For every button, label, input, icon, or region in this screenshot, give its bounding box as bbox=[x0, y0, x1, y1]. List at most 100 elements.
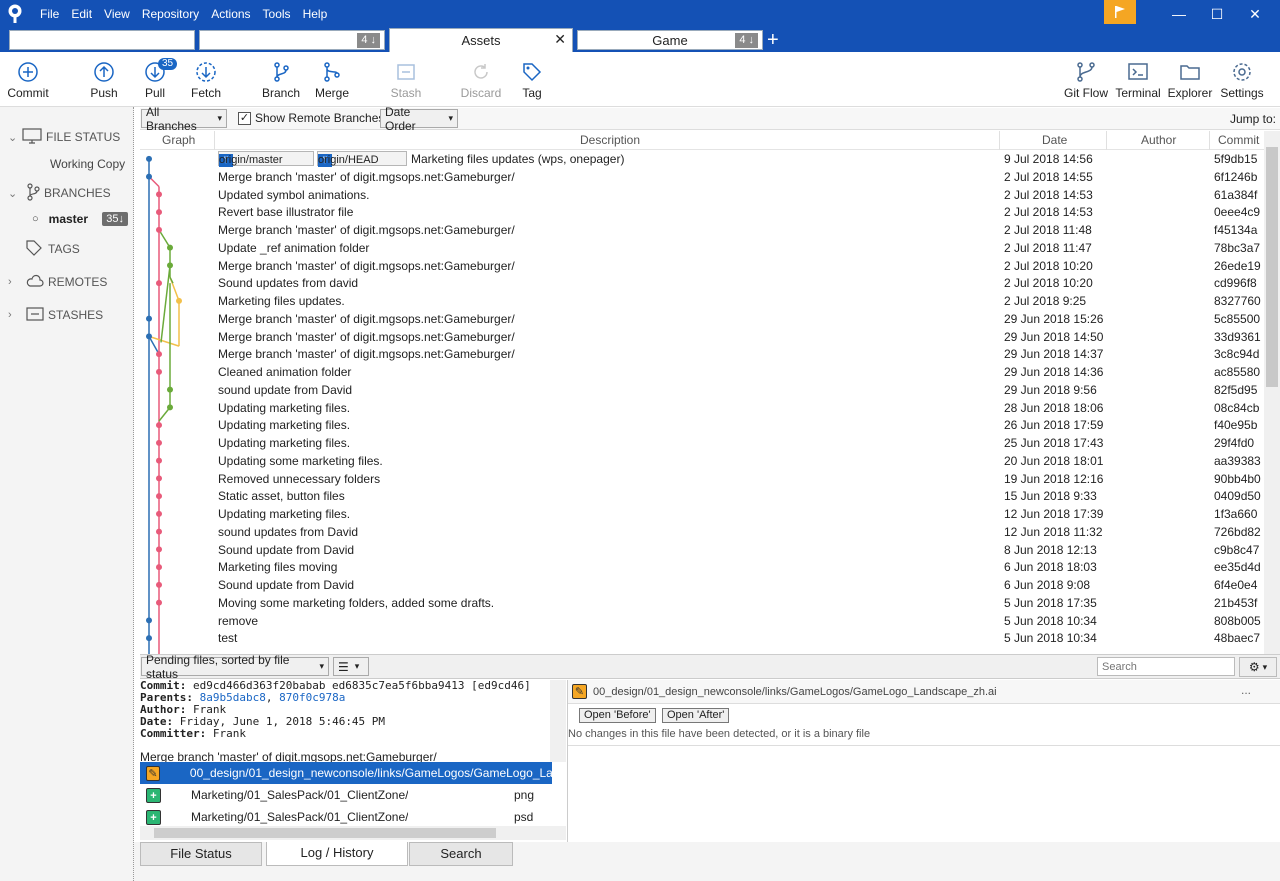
menu-item-tools[interactable]: Tools bbox=[257, 0, 297, 28]
commit-row[interactable]: Merge branch 'master' of digit.mgsops.ne… bbox=[140, 257, 1264, 275]
fetch-button[interactable]: Fetch bbox=[178, 58, 234, 100]
show-remote-branches-checkbox[interactable]: ✓ Show Remote Branches bbox=[238, 111, 384, 125]
commit-row[interactable]: Merge branch 'master' of digit.mgsops.ne… bbox=[140, 328, 1264, 346]
commit-row[interactable]: Updated symbol animations. 2 Jul 2018 14:… bbox=[140, 186, 1264, 204]
commit-row[interactable]: Cleaned animation folder 29 Jun 2018 14:3… bbox=[140, 363, 1264, 381]
tab-search[interactable]: Search bbox=[409, 842, 513, 866]
tab-close-icon[interactable]: ✕ bbox=[554, 31, 566, 48]
settings-button[interactable]: Settings bbox=[1214, 58, 1270, 100]
commit-row[interactable]: sound updates from David 12 Jun 2018 11:3… bbox=[140, 523, 1264, 541]
push-button[interactable]: Push bbox=[76, 58, 132, 100]
parent-link[interactable]: 870f0c978a bbox=[279, 691, 345, 704]
terminal-button[interactable]: Terminal bbox=[1110, 58, 1166, 100]
commit-node[interactable] bbox=[156, 439, 162, 446]
close-window-button[interactable]: ✕ bbox=[1236, 0, 1274, 28]
commit-row[interactable]: Revert base illustrator file 2 Jul 2018 1… bbox=[140, 203, 1264, 221]
repo-tab-2[interactable]: 4 ↓ bbox=[199, 30, 385, 50]
commit-row[interactable]: Merge branch 'master' of digit.mgsops.ne… bbox=[140, 221, 1264, 239]
commit-node[interactable] bbox=[156, 226, 162, 233]
sidebar-item-master[interactable]: ○ master 35↓ bbox=[0, 207, 134, 231]
repo-tab-1[interactable] bbox=[9, 30, 195, 50]
commit-node[interactable] bbox=[156, 546, 162, 553]
sort-order-dropdown[interactable]: Date Order ▾ bbox=[380, 105, 458, 133]
commit-row[interactable]: ᛘ origin/master ᛘ origin/HEAD Marketing file… bbox=[140, 150, 1264, 168]
more-options-icon[interactable]: ... bbox=[1241, 683, 1251, 697]
open-after-button[interactable]: Open 'After' bbox=[662, 708, 730, 723]
check-icon[interactable]: ✓ bbox=[238, 111, 251, 125]
explorer-button[interactable]: Explorer bbox=[1162, 58, 1218, 100]
column-divider[interactable] bbox=[999, 131, 1000, 150]
repo-tab-assets[interactable]: Assets ✕ bbox=[389, 28, 573, 52]
tab-file-status[interactable]: File Status bbox=[140, 842, 262, 866]
column-header-date[interactable]: Date bbox=[1042, 133, 1067, 147]
commit-button[interactable]: Commit bbox=[0, 58, 56, 100]
commit-row[interactable]: test 5 Jun 2018 10:34 48baec7 bbox=[140, 629, 1264, 647]
column-divider[interactable] bbox=[1209, 131, 1210, 150]
discard-button[interactable]: Discard bbox=[453, 58, 509, 100]
commit-row[interactable]: Marketing files updates. 2 Jul 2018 9:25 8… bbox=[140, 292, 1264, 310]
column-header-description[interactable]: Description bbox=[580, 133, 640, 147]
view-mode-dropdown[interactable]: ☰ ▾ bbox=[333, 657, 369, 676]
file-row[interactable]: + Marketing/01_SalesPack/01_ClientZone/ps… bbox=[140, 806, 552, 828]
gear-menu-button[interactable]: ⚙ ▾ bbox=[1239, 657, 1277, 677]
remote-branch-tag[interactable]: ᛘ origin/master bbox=[218, 151, 314, 167]
commit-node[interactable] bbox=[156, 564, 162, 571]
menu-item-actions[interactable]: Actions bbox=[205, 0, 256, 28]
remote-branch-tag[interactable]: ᛘ origin/HEAD bbox=[317, 151, 407, 167]
commit-row[interactable]: sound update from David 29 Jun 2018 9:56 8… bbox=[140, 381, 1264, 399]
commit-row[interactable]: Updating marketing files. 26 Jun 2018 17:… bbox=[140, 416, 1264, 434]
commit-node[interactable] bbox=[156, 475, 162, 482]
commit-node[interactable] bbox=[146, 635, 152, 642]
commit-row[interactable]: Updating marketing files. 12 Jun 2018 17:… bbox=[140, 505, 1264, 523]
tag-button[interactable]: Tag bbox=[504, 58, 560, 100]
pull-button[interactable]: Pull 35 bbox=[127, 58, 183, 100]
chevron-down-icon[interactable]: ⌄ bbox=[8, 187, 22, 200]
commit-node[interactable] bbox=[156, 599, 162, 606]
commit-node[interactable] bbox=[167, 386, 173, 393]
commit-node[interactable] bbox=[176, 297, 182, 304]
commit-node[interactable] bbox=[156, 422, 162, 429]
details-scrollbar[interactable] bbox=[550, 680, 566, 762]
column-header-graph[interactable]: Graph bbox=[162, 133, 195, 147]
branch-filter-dropdown[interactable]: All Branches ▾ bbox=[141, 105, 227, 133]
file-list-hscrollbar[interactable] bbox=[140, 826, 566, 840]
commit-node[interactable] bbox=[156, 351, 162, 358]
commit-row[interactable]: Sound update from David 8 Jun 2018 12:13 c… bbox=[140, 541, 1264, 559]
menu-item-view[interactable]: View bbox=[98, 0, 136, 28]
commit-node[interactable] bbox=[146, 333, 152, 340]
flag-icon[interactable] bbox=[1104, 0, 1136, 24]
column-divider[interactable] bbox=[214, 131, 215, 150]
menu-item-repository[interactable]: Repository bbox=[136, 0, 205, 28]
file-row[interactable]: ✎ 00_design/01_design_newconsole/links/Ga… bbox=[140, 762, 552, 784]
commit-node[interactable] bbox=[167, 404, 173, 411]
commit-node[interactable] bbox=[156, 457, 162, 464]
branch-button[interactable]: Branch bbox=[253, 58, 309, 100]
chevron-right-icon[interactable]: › bbox=[8, 309, 22, 321]
maximize-button[interactable]: ☐ bbox=[1198, 0, 1236, 28]
commit-node[interactable] bbox=[167, 262, 173, 269]
commit-node[interactable] bbox=[156, 191, 162, 198]
open-before-button[interactable]: Open 'Before' bbox=[579, 708, 656, 723]
search-input[interactable] bbox=[1097, 657, 1235, 676]
commit-row[interactable]: Updating marketing files. 25 Jun 2018 17:… bbox=[140, 434, 1264, 452]
menu-item-edit[interactable]: Edit bbox=[65, 0, 98, 28]
commit-node[interactable] bbox=[146, 173, 152, 180]
repo-tab-game[interactable]: Game 4 ↓ bbox=[577, 30, 763, 50]
column-header-commit[interactable]: Commit bbox=[1218, 133, 1259, 147]
chevron-down-icon[interactable]: ⌄ bbox=[8, 131, 22, 144]
sidebar-file-status[interactable]: ⌄ FILE STATUS bbox=[0, 125, 134, 149]
sidebar-item-working-copy[interactable]: Working Copy bbox=[0, 152, 134, 176]
commit-row[interactable]: Moving some marketing folders, added som… bbox=[140, 594, 1264, 612]
merge-button[interactable]: Merge bbox=[304, 58, 360, 100]
commit-row[interactable]: Updating some marketing files. 20 Jun 201… bbox=[140, 452, 1264, 470]
commit-list-scrollbar[interactable] bbox=[1264, 131, 1280, 654]
commit-node[interactable] bbox=[156, 581, 162, 588]
scrollbar-thumb[interactable] bbox=[1266, 147, 1278, 387]
sidebar-stashes[interactable]: › STASHES bbox=[0, 303, 134, 327]
commit-row[interactable]: Removed unnecessary folders 19 Jun 2018 1… bbox=[140, 470, 1264, 488]
column-divider[interactable] bbox=[1106, 131, 1107, 150]
add-tab-icon[interactable]: + bbox=[767, 29, 779, 51]
commit-row[interactable]: Sound updates from david 2 Jul 2018 10:20… bbox=[140, 274, 1264, 292]
commit-node[interactable] bbox=[156, 510, 162, 517]
sidebar-remotes[interactable]: › REMOTES bbox=[0, 270, 134, 294]
